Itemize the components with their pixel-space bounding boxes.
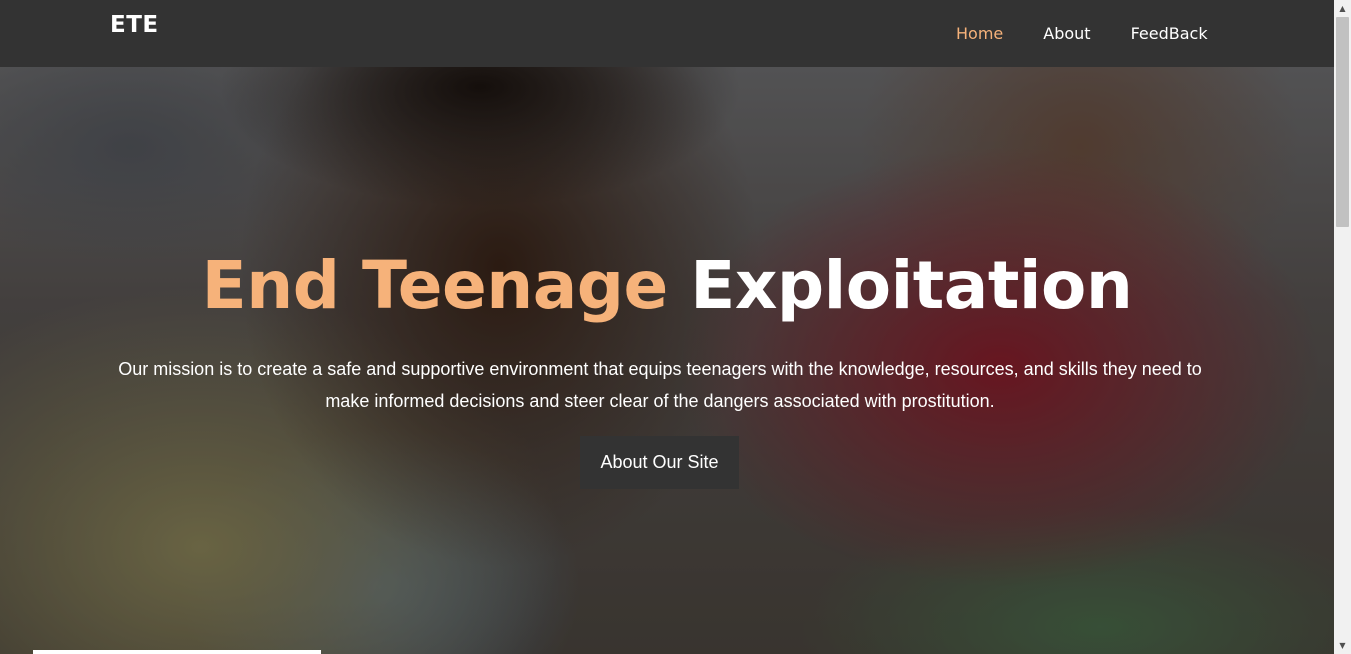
hero-title: End Teenage Exploitation <box>0 244 1334 328</box>
about-our-site-button[interactable]: About Our Site <box>580 436 739 489</box>
hero-section: End Teenage Exploitation Our mission is … <box>0 67 1334 654</box>
scroll-down-arrow-icon[interactable]: ▼ <box>1334 637 1351 654</box>
hero-description: Our mission is to create a safe and supp… <box>118 359 1202 411</box>
site-logo[interactable]: ETE <box>110 12 159 38</box>
hero-title-accent: End Teenage <box>201 247 669 324</box>
nav-menu: Home About FeedBack <box>956 24 1248 43</box>
vertical-scrollbar[interactable]: ▲ ▼ <box>1334 0 1351 654</box>
top-navbar: ETE Home About FeedBack <box>0 0 1334 67</box>
bottom-progress-strip <box>33 650 321 654</box>
scrollbar-thumb[interactable] <box>1336 17 1349 227</box>
hero-title-main: Exploitation <box>690 247 1133 324</box>
nav-link-feedback[interactable]: FeedBack <box>1131 24 1208 43</box>
nav-link-home[interactable]: Home <box>956 24 1003 43</box>
nav-link-about[interactable]: About <box>1043 24 1090 43</box>
scroll-up-arrow-icon[interactable]: ▲ <box>1334 0 1351 17</box>
